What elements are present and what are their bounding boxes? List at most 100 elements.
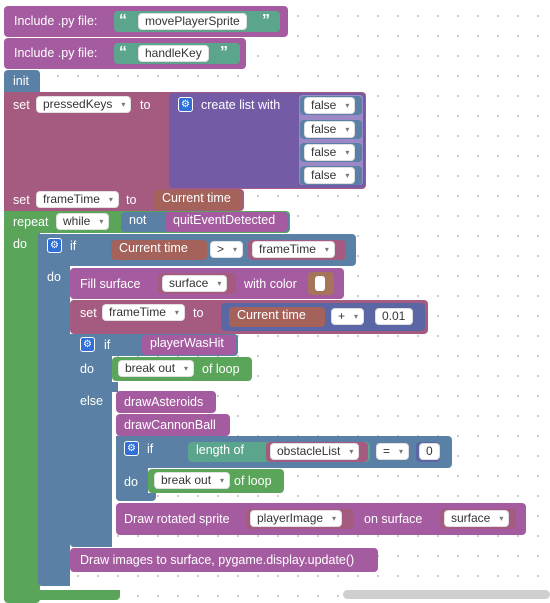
- dropdown-arrow-icon: ▾: [121, 100, 126, 109]
- text-string-block[interactable]: “ handleKey ”: [114, 43, 240, 64]
- repeat-mode-dropdown[interactable]: while ▾: [56, 213, 110, 230]
- compare-block[interactable]: length of obstacleList ▾ = ▾ 0: [182, 440, 442, 464]
- break-block[interactable]: break out ▾ of loop: [148, 469, 284, 493]
- to-label: to: [126, 193, 137, 207]
- include-block-2[interactable]: Include .py file: “ handleKey ”: [4, 38, 246, 69]
- draw-cannonball-block[interactable]: drawCannonBall: [116, 414, 230, 436]
- if-label: if: [70, 239, 77, 253]
- boolean-false-block[interactable]: false ▾: [300, 143, 362, 162]
- if-label: if: [104, 338, 111, 352]
- boolean-dropdown[interactable]: false ▾: [304, 121, 356, 138]
- fill-surface-block[interactable]: Fill surface surface ▾ with color: [70, 268, 344, 299]
- dropdown-arrow-icon: ▾: [217, 279, 222, 288]
- variable-dropdown[interactable]: frameTime ▾: [252, 241, 335, 258]
- dropdown-arrow-icon: ▾: [349, 447, 354, 456]
- close-quote-icon: ”: [262, 12, 270, 29]
- gear-icon[interactable]: ⚙: [47, 238, 62, 253]
- set-frametime-block[interactable]: set frameTime ▾ to Current time: [4, 189, 244, 211]
- number-block[interactable]: 0: [416, 442, 440, 462]
- list-variable-block[interactable]: obstacleList ▾: [266, 442, 368, 462]
- init-block[interactable]: init: [4, 70, 40, 92]
- of-loop-label: of loop: [234, 474, 272, 488]
- variable-dropdown[interactable]: surface ▾: [444, 510, 510, 527]
- variable-dropdown[interactable]: pressedKeys ▾: [36, 96, 132, 113]
- boolean-false-block[interactable]: false ▾: [300, 96, 362, 115]
- include-label: Include .py file:: [14, 14, 98, 28]
- current-time-block[interactable]: Current time: [154, 190, 242, 210]
- init-label: init: [13, 74, 29, 88]
- repeat-footer: [4, 590, 120, 600]
- current-time-block[interactable]: Current time: [229, 307, 325, 327]
- draw-asteroids-label: drawAsteroids: [124, 395, 204, 409]
- operator-dropdown[interactable]: + ▾: [331, 308, 365, 325]
- dropdown-arrow-icon: ▾: [233, 245, 238, 254]
- gear-icon[interactable]: ⚙: [80, 337, 95, 352]
- set-frametime-block-2[interactable]: set frameTime ▾ to Current time + ▾ 0.01: [70, 300, 428, 334]
- color-swatch[interactable]: [315, 276, 325, 291]
- if-time-block[interactable]: [38, 234, 70, 586]
- number-field[interactable]: 0: [419, 443, 440, 460]
- to-label: to: [193, 306, 204, 320]
- if-hit-header[interactable]: ⚙ if playerWasHit: [70, 334, 238, 356]
- arithmetic-block[interactable]: Current time + ▾ 0.01: [221, 303, 425, 331]
- dropdown-arrow-icon: ▾: [345, 125, 350, 134]
- boolean-false-block[interactable]: false ▾: [300, 166, 362, 185]
- variable-dropdown[interactable]: frameTime ▾: [102, 304, 185, 321]
- filename-field[interactable]: movePlayerSprite: [138, 13, 247, 30]
- do-label: do: [80, 362, 94, 376]
- gear-icon[interactable]: ⚙: [124, 441, 139, 456]
- length-of-block[interactable]: length of obstacleList ▾: [188, 442, 370, 462]
- not-block[interactable]: not quitEventDetected: [121, 212, 289, 232]
- draw-asteroids-block[interactable]: drawAsteroids: [116, 391, 216, 413]
- surface-variable-block[interactable]: surface ▾: [440, 509, 516, 529]
- break-dropdown[interactable]: break out ▾: [118, 360, 195, 377]
- repeat-label: repeat: [13, 215, 49, 229]
- dropdown-arrow-icon: ▾: [184, 364, 189, 373]
- boolean-dropdown[interactable]: false ▾: [304, 144, 356, 161]
- of-loop-label: of loop: [202, 362, 240, 376]
- boolean-dropdown[interactable]: false ▾: [304, 167, 356, 184]
- dropdown-arrow-icon: ▾: [345, 148, 350, 157]
- number-field[interactable]: 0.01: [375, 308, 413, 325]
- operator-dropdown[interactable]: > ▾: [210, 241, 244, 258]
- boolean-false-block[interactable]: false ▾: [300, 120, 362, 139]
- dropdown-arrow-icon: ▾: [345, 171, 350, 180]
- close-quote-icon: ”: [220, 44, 228, 61]
- boolean-dropdown[interactable]: false ▾: [304, 97, 356, 114]
- variable-dropdown[interactable]: surface ▾: [162, 275, 228, 292]
- variable-dropdown[interactable]: obstacleList ▾: [270, 443, 360, 460]
- if-time-footer: [38, 573, 70, 586]
- on-surface-label: on surface: [364, 512, 423, 526]
- variable-get-block[interactable]: frameTime ▾: [248, 240, 346, 260]
- draw-rotated-sprite-block[interactable]: Draw rotated sprite playerImage ▾ on surf…: [116, 503, 526, 535]
- gear-icon[interactable]: ⚙: [178, 97, 193, 112]
- do-label: do: [124, 475, 138, 489]
- open-quote-icon: “: [119, 44, 127, 61]
- include-block-1[interactable]: Include .py file: “ movePlayerSprite ”: [4, 6, 288, 37]
- compare-block[interactable]: Current time > ▾ frameTime ▾: [108, 238, 350, 262]
- if-time-header[interactable]: ⚙ if Current time > ▾ frameTime ▾: [38, 234, 356, 266]
- horizontal-scrollbar[interactable]: [343, 590, 550, 599]
- dropdown-arrow-icon: ▾: [332, 514, 337, 523]
- draw-images-block[interactable]: Draw images to surface, pygame.display.u…: [70, 548, 378, 572]
- current-time-block[interactable]: Current time: [111, 240, 207, 260]
- variable-dropdown[interactable]: playerImage ▾: [250, 510, 343, 527]
- player-was-hit-block[interactable]: playerWasHit: [142, 335, 236, 355]
- if-length-footer: [116, 493, 156, 501]
- repeat-while-block[interactable]: [4, 211, 40, 603]
- break-dropdown[interactable]: break out ▾: [154, 472, 231, 489]
- sprite-variable-block[interactable]: playerImage ▾: [246, 509, 354, 529]
- color-picker-block[interactable]: [308, 272, 334, 295]
- operator-dropdown[interactable]: = ▾: [376, 443, 410, 460]
- repeat-header[interactable]: repeat while ▾ not quitEventDetected: [4, 211, 290, 233]
- dropdown-arrow-icon: ▾: [220, 476, 225, 485]
- surface-variable-block[interactable]: surface ▾: [158, 273, 236, 294]
- text-string-block[interactable]: “ movePlayerSprite ”: [114, 11, 280, 32]
- quit-event-block[interactable]: quitEventDetected: [165, 212, 287, 232]
- variable-dropdown[interactable]: frameTime ▾: [36, 191, 119, 208]
- filename-field[interactable]: handleKey: [138, 45, 209, 62]
- with-color-label: with color: [244, 277, 297, 291]
- break-block[interactable]: break out ▾ of loop: [112, 357, 252, 381]
- if-length-header[interactable]: ⚙ if length of obstacleList ▾ = ▾ 0: [116, 436, 452, 468]
- dropdown-arrow-icon: ▾: [499, 514, 504, 523]
